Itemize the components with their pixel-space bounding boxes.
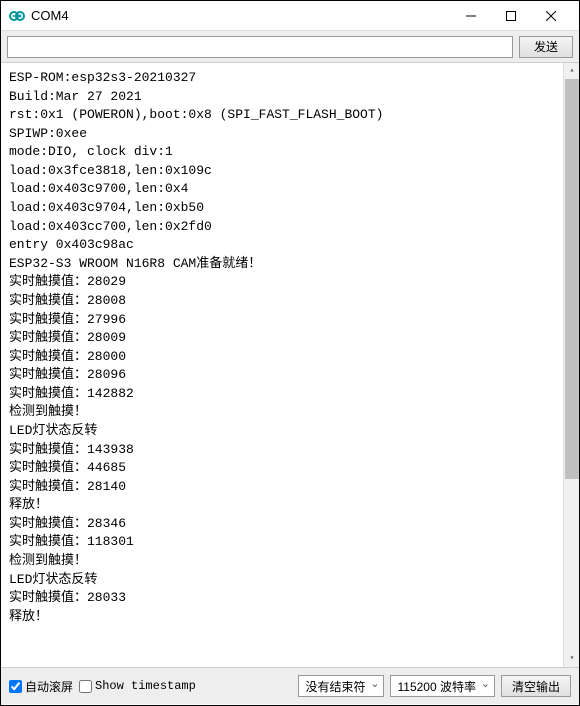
autoscroll-checkbox-wrap[interactable]: 自动滚屏 (9, 678, 73, 695)
scrollbar[interactable]: ▴ ▾ (563, 63, 579, 667)
close-button[interactable] (531, 2, 571, 30)
clear-output-button[interactable]: 清空输出 (501, 675, 571, 697)
console-line: entry 0x403c98ac (9, 236, 571, 255)
console-line: rst:0x1 (POWERON),boot:0x8 (SPI_FAST_FLA… (9, 106, 571, 125)
console-line: Build:Mar 27 2021 (9, 88, 571, 107)
console-line: load:0x3fce3818,len:0x109c (9, 162, 571, 181)
console-line: 实时触摸值：142882 (9, 385, 571, 404)
maximize-button[interactable] (491, 2, 531, 30)
timestamp-checkbox-wrap[interactable]: Show timestamp (79, 679, 196, 693)
console-line: 实时触摸值：143938 (9, 441, 571, 460)
console-line: 释放！ (9, 608, 571, 627)
autoscroll-label: 自动滚屏 (25, 678, 73, 695)
serial-console: ESP-ROM:esp32s3-20210327Build:Mar 27 202… (1, 63, 579, 668)
console-line: 实时触摸值：28008 (9, 292, 571, 311)
scrollbar-thumb[interactable] (565, 79, 579, 479)
console-line: 实时触摸值：44685 (9, 459, 571, 478)
console-line: load:0x403c9704,len:0xb50 (9, 199, 571, 218)
send-button[interactable]: 发送 (519, 36, 573, 58)
console-line: 实时触摸值：28096 (9, 366, 571, 385)
arduino-icon (9, 8, 25, 24)
scroll-down-icon[interactable]: ▾ (564, 651, 579, 667)
window-title: COM4 (31, 8, 451, 23)
window-controls (451, 2, 571, 30)
console-line: 实时触摸值：27996 (9, 311, 571, 330)
console-line: 实时触摸值：28346 (9, 515, 571, 534)
autoscroll-checkbox[interactable] (9, 680, 22, 693)
console-line: 实时触摸值：118301 (9, 533, 571, 552)
console-line: load:0x403c9700,len:0x4 (9, 180, 571, 199)
console-line: LED灯状态反转 (9, 422, 571, 441)
titlebar: COM4 (1, 1, 579, 31)
console-line: mode:DIO, clock div:1 (9, 143, 571, 162)
timestamp-checkbox[interactable] (79, 680, 92, 693)
serial-input[interactable] (7, 36, 513, 58)
line-ending-selected: 没有结束符 (305, 678, 365, 695)
console-line: ESP32-S3 WROOM N16R8 CAM准备就绪！ (9, 255, 571, 274)
line-ending-select[interactable]: 没有结束符 (298, 675, 384, 697)
console-line: ESP-ROM:esp32s3-20210327 (9, 69, 571, 88)
minimize-button[interactable] (451, 2, 491, 30)
console-line: 实时触摸值：28033 (9, 589, 571, 608)
console-line: 实时触摸值：28000 (9, 348, 571, 367)
console-line: 实时触摸值：28009 (9, 329, 571, 348)
timestamp-label: Show timestamp (95, 679, 196, 693)
console-line: 实时触摸值：28140 (9, 478, 571, 497)
console-line: SPIWP:0xee (9, 125, 571, 144)
baud-rate-select[interactable]: 115200 波特率 (390, 675, 495, 697)
console-line: 检测到触摸！ (9, 552, 571, 571)
bottombar: 自动滚屏 Show timestamp 没有结束符 115200 波特率 清空输… (1, 668, 579, 704)
console-line: 释放！ (9, 496, 571, 515)
toolbar: 发送 (1, 31, 579, 63)
scroll-up-icon[interactable]: ▴ (564, 63, 579, 79)
console-line: LED灯状态反转 (9, 571, 571, 590)
console-line: 检测到触摸！ (9, 403, 571, 422)
console-line: load:0x403cc700,len:0x2fd0 (9, 218, 571, 237)
baud-rate-selected: 115200 波特率 (397, 678, 476, 695)
console-line: 实时触摸值：28029 (9, 273, 571, 292)
